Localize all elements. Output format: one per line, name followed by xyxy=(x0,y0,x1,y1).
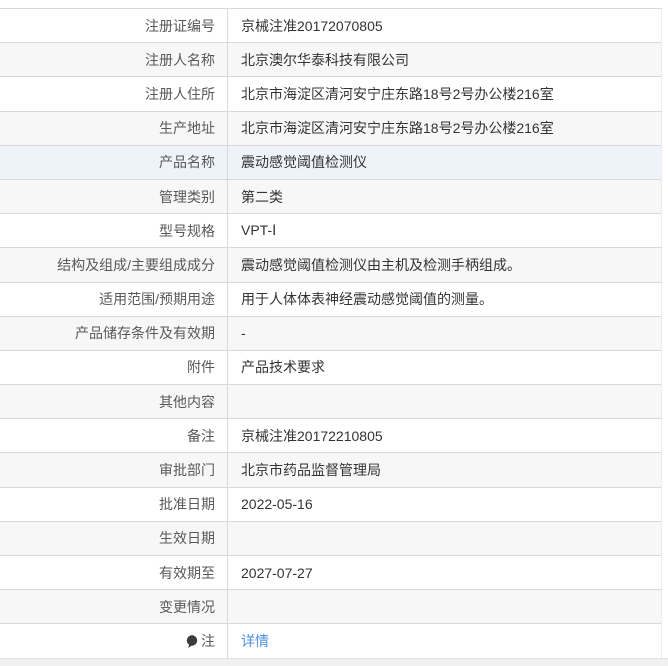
row-label: 产品名称 xyxy=(159,154,215,171)
row-value: 震动感觉阈值检测仪 xyxy=(227,145,661,179)
table-row: 变更情况 xyxy=(0,590,661,625)
table-row: 结构及组成/主要组成成分 震动感觉阈值检测仪由主机及检测手柄组成。 xyxy=(0,248,661,283)
row-label-text: 注 xyxy=(201,632,215,649)
table-row: 注册人住所 北京市海淀区清河安宁庄东路18号2号办公楼216室 xyxy=(0,77,661,112)
row-label: 审批部门 xyxy=(159,462,215,479)
row-label: 注册人名称 xyxy=(145,51,215,68)
row-label: 结构及组成/主要组成成分 xyxy=(57,256,215,273)
row-label: 管理类别 xyxy=(159,188,215,205)
bottom-strip xyxy=(0,657,668,666)
row-label: 变更情况 xyxy=(159,598,215,615)
table-row-hovered: 产品名称 震动感觉阈值检测仪 xyxy=(0,145,661,180)
row-label: 型号规格 xyxy=(159,222,215,239)
row-value xyxy=(227,590,661,624)
row-label: 适用范围/预期用途 xyxy=(99,291,215,308)
table-row: 生产地址 北京市海淀区清河安宁庄东路18号2号办公楼216室 xyxy=(0,111,661,146)
row-label: 批准日期 xyxy=(159,496,215,513)
table-row: 其他内容 xyxy=(0,385,661,420)
row-label: 注 xyxy=(0,624,227,657)
table-row: 注册人名称 北京澳尔华泰科技有限公司 xyxy=(0,43,661,78)
table-row: 附件 产品技术要求 xyxy=(0,350,661,386)
table-row-note: 注 详情 xyxy=(0,624,661,659)
table-row: 产品储存条件及有效期 - xyxy=(0,316,661,351)
row-value: 京械注准20172210805 xyxy=(227,419,661,453)
row-value: 第二类 xyxy=(227,179,661,214)
row-value: 京械注准20172070805 xyxy=(227,9,661,43)
row-value: 北京市海淀区清河安宁庄东路18号2号办公楼216室 xyxy=(227,111,661,145)
row-label: 附件 xyxy=(187,359,215,376)
row-label: 注册人住所 xyxy=(145,85,215,102)
row-label: 生效日期 xyxy=(159,530,215,547)
detail-link[interactable]: 详情 xyxy=(241,631,269,651)
table-row: 注册证编号 京械注准20172070805 xyxy=(0,9,661,44)
note-balloon-icon xyxy=(185,634,198,650)
row-value: 北京澳尔华泰科技有限公司 xyxy=(227,43,661,77)
table-row: 适用范围/预期用途 用于人体体表神经震动感觉阈值的测量。 xyxy=(0,282,661,317)
row-value: - xyxy=(227,316,661,350)
row-value: 震动感觉阈值检测仪由主机及检测手柄组成。 xyxy=(227,248,661,282)
registration-detail-table: 注册证编号 京械注准20172070805 注册人名称 北京澳尔华泰科技有限公司… xyxy=(0,8,662,659)
table-row: 管理类别 第二类 xyxy=(0,179,661,215)
row-label: 注册证编号 xyxy=(145,17,215,34)
row-value: 北京市海淀区清河安宁庄东路18号2号办公楼216室 xyxy=(227,77,661,111)
table-row: 批准日期 2022-05-16 xyxy=(0,487,661,522)
row-label: 备注 xyxy=(187,427,215,444)
row-value: VPT-Ⅰ xyxy=(227,214,661,248)
row-label: 有效期至 xyxy=(159,564,215,581)
table-row: 型号规格 VPT-Ⅰ xyxy=(0,214,661,249)
row-value: 用于人体体表神经震动感觉阈值的测量。 xyxy=(227,282,661,316)
row-value: 详情 xyxy=(227,624,661,658)
row-value: 产品技术要求 xyxy=(227,350,661,385)
table-row: 备注 京械注准20172210805 xyxy=(0,419,661,454)
row-label: 产品储存条件及有效期 xyxy=(75,325,215,342)
row-label: 生产地址 xyxy=(159,120,215,137)
row-value xyxy=(227,385,661,419)
table-row: 审批部门 北京市药品监督管理局 xyxy=(0,453,661,488)
row-value: 2027-07-27 xyxy=(227,556,661,590)
row-label: 其他内容 xyxy=(159,393,215,410)
table-row: 有效期至 2027-07-27 xyxy=(0,556,661,591)
registration-detail-page: 注册证编号 京械注准20172070805 注册人名称 北京澳尔华泰科技有限公司… xyxy=(0,0,668,666)
row-value: 北京市药品监督管理局 xyxy=(227,453,661,487)
table-row: 生效日期 xyxy=(0,521,661,556)
row-value xyxy=(227,521,661,555)
row-value: 2022-05-16 xyxy=(227,487,661,521)
